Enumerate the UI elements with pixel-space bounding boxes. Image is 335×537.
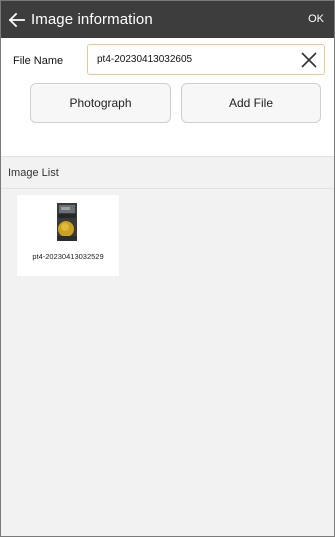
back-arrow-icon[interactable] — [6, 9, 28, 31]
app-window: Image information OK File Name pt4-20230… — [0, 0, 335, 537]
page-title: Image information — [31, 11, 153, 28]
file-name-value[interactable]: pt4-20230413032605 — [97, 54, 298, 65]
list-item[interactable]: pt4-20230413032529 — [17, 195, 119, 276]
image-thumbnail — [57, 203, 77, 241]
clear-icon[interactable] — [298, 49, 320, 71]
photograph-button[interactable]: Photograph — [30, 83, 171, 123]
image-list-heading: Image List — [1, 156, 334, 189]
ok-button[interactable]: OK — [308, 1, 324, 38]
image-caption: pt4-20230413032529 — [32, 252, 104, 261]
file-name-label: File Name — [13, 54, 64, 67]
add-file-button[interactable]: Add File — [181, 83, 321, 123]
file-name-input[interactable]: pt4-20230413032605 — [87, 44, 325, 75]
file-name-row: File Name pt4-20230413032605 — [1, 38, 334, 83]
title-bar: Image information OK — [1, 1, 334, 38]
image-list: pt4-20230413032529 — [1, 189, 334, 534]
action-buttons-row: Photograph Add File — [1, 83, 334, 156]
